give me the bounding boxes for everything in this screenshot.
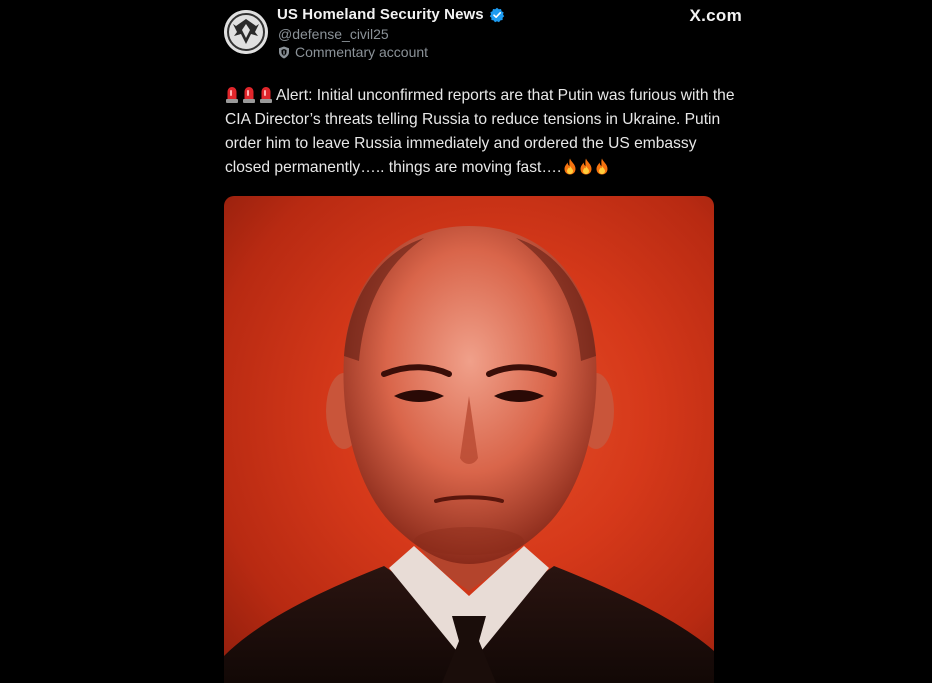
handle[interactable]: @defense_civil25 bbox=[278, 26, 389, 42]
portrait-illustration bbox=[224, 226, 714, 683]
account-label[interactable]: Commentary account bbox=[278, 44, 428, 60]
siren-emoji-icon bbox=[243, 87, 255, 103]
fire-emoji-icon bbox=[596, 158, 608, 175]
shield-icon bbox=[279, 46, 289, 58]
display-name[interactable]: US Homeland Security News bbox=[277, 6, 484, 23]
account-type-label: Commentary account bbox=[295, 44, 429, 60]
post-media-image[interactable] bbox=[224, 196, 714, 683]
brand-watermark: X.com bbox=[689, 6, 742, 25]
eagle-shield-logo-icon bbox=[224, 10, 268, 54]
post-header: US Homeland Security News @defense_civil… bbox=[222, 6, 752, 64]
post-text-body: Alert: Initial unconfirmed reports are t… bbox=[225, 87, 735, 176]
fire-emoji-icon bbox=[564, 158, 576, 175]
fire-emoji-icon bbox=[580, 158, 592, 175]
avatar[interactable] bbox=[224, 10, 268, 54]
post: US Homeland Security News @defense_civil… bbox=[222, 6, 752, 64]
verified-badge-icon bbox=[489, 7, 504, 22]
siren-emoji-icon bbox=[226, 87, 238, 103]
post-text: Alert: Initial unconfirmed reports are t… bbox=[225, 84, 745, 180]
siren-emoji-icon bbox=[260, 87, 272, 103]
name-row: US Homeland Security News bbox=[277, 6, 505, 23]
